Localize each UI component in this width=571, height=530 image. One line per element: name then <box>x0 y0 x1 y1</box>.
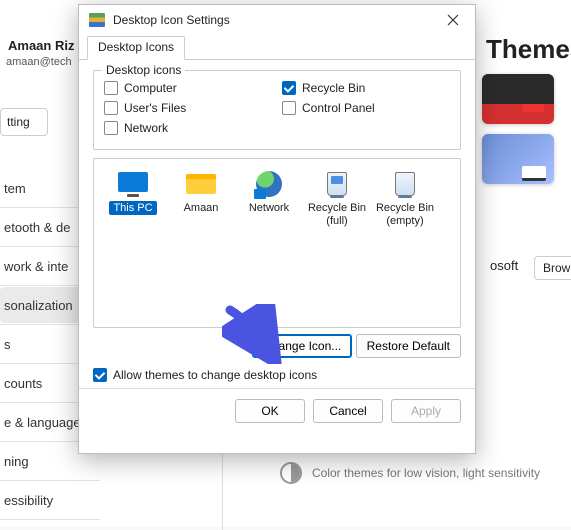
dialog-tabs: Desktop Icons <box>79 35 475 60</box>
contrast-description: Color themes for low vision, light sensi… <box>312 466 540 480</box>
checkbox-icon <box>104 101 118 115</box>
theme-card-dark-red[interactable] <box>482 74 554 124</box>
dialog-title: Desktop Icon Settings <box>113 13 230 27</box>
checkbox-recycle-bin[interactable]: Recycle Bin <box>282 81 450 95</box>
checkbox-icon <box>104 81 118 95</box>
group-label: Desktop icons <box>102 63 185 77</box>
checkbox-label: Network <box>124 121 168 135</box>
checkbox-label: Control Panel <box>302 101 375 115</box>
icon-label: Amaan <box>169 202 233 215</box>
close-icon <box>447 14 459 26</box>
icon-item-rb-full[interactable]: Recycle Bin (full) <box>304 167 370 229</box>
icon-buttons-row: Change Icon... Restore Default <box>93 334 461 358</box>
browse-themes-button[interactable]: Brow <box>534 256 571 280</box>
icon-label: Recycle Bin (empty) <box>373 202 437 227</box>
sidebar-item[interactable]: essibility <box>0 482 100 518</box>
cancel-button[interactable]: Cancel <box>313 399 383 423</box>
personalization-icon <box>89 13 105 27</box>
folder-icon <box>184 169 218 199</box>
monitor-icon <box>116 169 150 199</box>
checkbox-computer[interactable]: Computer <box>104 81 272 95</box>
search-input[interactable]: tting <box>0 108 48 136</box>
desktop-icon-settings-dialog: Desktop Icon Settings Desktop Icons Desk… <box>78 4 476 454</box>
checkbox-control-panel[interactable]: Control Panel <box>282 101 450 115</box>
dialog-footer: OK Cancel Apply <box>79 388 475 433</box>
checkbox-label: Computer <box>124 81 177 95</box>
checkbox-icon <box>104 121 118 135</box>
dialog-titlebar[interactable]: Desktop Icon Settings <box>79 5 475 35</box>
icon-item-rb-empty[interactable]: Recycle Bin (empty) <box>372 167 438 229</box>
icon-preview-list[interactable]: This PC Amaan Network Recycle Bin (full)Rec… <box>93 158 461 328</box>
theme-cards <box>482 74 562 194</box>
change-icon-button[interactable]: Change Icon... <box>252 334 352 358</box>
tab-desktop-icons[interactable]: Desktop Icons <box>87 36 185 60</box>
search-text-partial: tting <box>7 115 30 129</box>
checkbox-icon <box>93 368 107 382</box>
account-email: amaan@tech <box>6 56 72 68</box>
icon-label: Network <box>237 202 301 215</box>
desktop-icons-group: Desktop icons Computer User's Files Netw… <box>93 70 461 150</box>
close-button[interactable] <box>441 8 465 32</box>
checkbox-label: User's Files <box>124 101 186 115</box>
icon-label: Recycle Bin (full) <box>305 202 369 227</box>
icon-item-this-pc[interactable]: This PC <box>100 167 166 229</box>
contrast-themes-row[interactable]: Color themes for low vision, light sensi… <box>280 462 540 484</box>
bin-empty-icon <box>388 169 422 199</box>
divider <box>222 450 223 530</box>
icon-label: This PC <box>101 202 165 215</box>
icon-item-amaan[interactable]: Amaan <box>168 167 234 229</box>
checkbox-icon <box>282 101 296 115</box>
page-title: Themes <box>486 34 571 65</box>
ok-button[interactable]: OK <box>235 399 305 423</box>
contrast-icon <box>280 462 302 484</box>
checkbox-network[interactable]: Network <box>104 121 272 135</box>
restore-default-button[interactable]: Restore Default <box>356 334 461 358</box>
icon-item-network[interactable]: Network <box>236 167 302 229</box>
netglobe-icon <box>252 169 286 199</box>
checkbox-label: Recycle Bin <box>302 81 365 95</box>
account-name: Amaan Riz <box>8 38 74 53</box>
theme-card-light-blue[interactable] <box>482 134 554 184</box>
apply-button[interactable]: Apply <box>391 399 461 423</box>
checkbox-label: Allow themes to change desktop icons <box>113 368 317 382</box>
microsoft-store-label-partial: osoft <box>490 258 518 273</box>
checkbox-icon <box>282 81 296 95</box>
allow-themes-checkbox[interactable]: Allow themes to change desktop icons <box>93 368 461 382</box>
checkbox-users-files[interactable]: User's Files <box>104 101 272 115</box>
bin-full-icon <box>320 169 354 199</box>
